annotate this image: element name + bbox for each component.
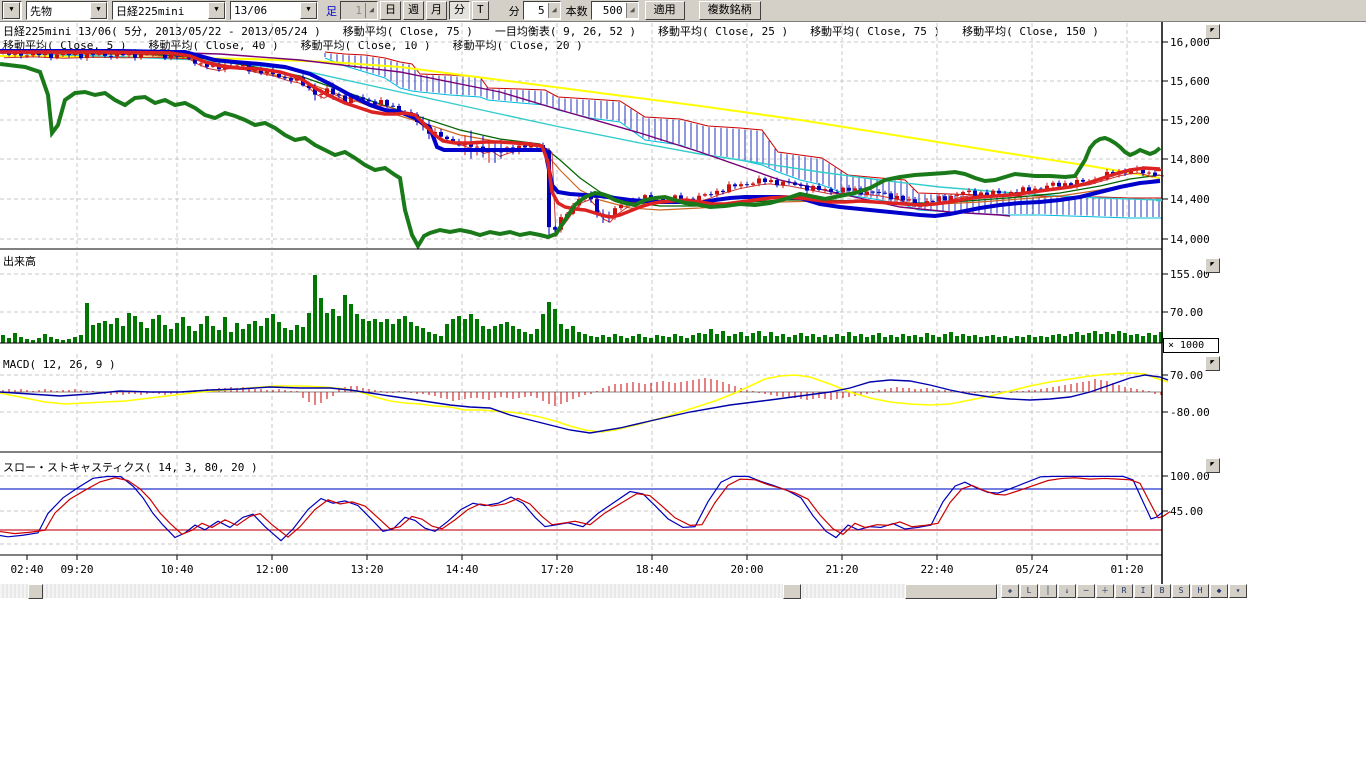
chart-tool-button[interactable]: │ [1039, 584, 1057, 598]
price-axis-tick: 15,600 [1170, 75, 1210, 88]
macd-axis-expand-button[interactable]: ◤ [1205, 356, 1220, 371]
period-day-button[interactable]: 日 [380, 1, 401, 20]
chevron-down-icon[interactable]: ▼ [208, 2, 225, 19]
minute-label: 分 [509, 3, 520, 19]
volume-axis-expand-button[interactable]: ◤ [1205, 258, 1220, 273]
chart-tool-button[interactable]: H [1191, 584, 1209, 598]
ashi-count-spinner: 1 ◢ [340, 1, 378, 20]
spinner-grip-icon[interactable]: ◢ [626, 3, 638, 18]
price-axis-tick: 16,000 [1170, 36, 1210, 49]
chart-tool-button[interactable]: ◆ [1210, 584, 1228, 598]
horizontal-scrollbar-track[interactable] [0, 584, 1000, 598]
chevron-down-icon[interactable]: ▼ [90, 2, 107, 19]
time-axis-tick: 20:00 [730, 563, 763, 576]
apply-button[interactable]: 適用 [645, 1, 685, 20]
ashi-count-value: 1 [341, 4, 365, 17]
chart-tool-button[interactable]: I [1134, 584, 1152, 598]
bottom-scrollbar-strip: ✚L│↓─＋RIBSH◆▾ [0, 584, 1226, 598]
chart-tool-button[interactable]: L [1020, 584, 1038, 598]
minute-value: 5 [524, 4, 548, 17]
instrument-type-combo[interactable]: 先物 ▼ [26, 1, 108, 20]
spinner-grip-icon[interactable]: ◢ [548, 3, 560, 18]
time-axis-tick: 09:20 [60, 563, 93, 576]
price-axis-tick: 15,200 [1170, 114, 1210, 127]
price-axis-tick: 14,800 [1170, 153, 1210, 166]
chart-tool-button[interactable]: B [1153, 584, 1171, 598]
bar-count-value: 500 [592, 4, 626, 17]
time-axis-tick: 13:20 [350, 563, 383, 576]
period-month-button[interactable]: 月 [426, 1, 447, 20]
macd-axis-tick: 70.00 [1170, 369, 1203, 382]
chart-tool-button[interactable]: ✚ [1001, 584, 1019, 598]
contract-month-value: 13/06 [231, 4, 300, 17]
time-axis-tick: 17:20 [540, 563, 573, 576]
instrument-value: 日経225mini [113, 3, 208, 19]
stoch-axis-tick: 100.00 [1170, 470, 1210, 483]
chart-canvas[interactable] [0, 0, 1366, 600]
stoch-axis-tick: 45.00 [1170, 505, 1203, 518]
volume-multiplier-badge: × 1000 [1163, 338, 1219, 353]
time-axis-tick: 21:20 [825, 563, 858, 576]
macd-panel-label: MACD( 12, 26, 9 ) [3, 358, 116, 371]
stoch-panel-label: スロー・ストキャスティクス( 14, 3, 80, 20 ) [3, 459, 258, 475]
chart-tool-button[interactable]: ─ [1077, 584, 1095, 598]
chart-tool-button[interactable]: S [1172, 584, 1190, 598]
stoch-axis-expand-button[interactable]: ◤ [1205, 458, 1220, 473]
volume-panel-label: 出来高 [3, 253, 36, 269]
time-axis-tick: 01:20 [1110, 563, 1143, 576]
mini-combo[interactable]: ▼ [2, 1, 22, 20]
chart-application-window: ▼ 先物 ▼ 日経225mini ▼ 13/06 ▼ 足 1 ◢ 日 週 月 分… [0, 0, 1366, 768]
price-axis-expand-button[interactable]: ◤ [1205, 24, 1220, 39]
volume-axis-tick: 155.00 [1170, 268, 1210, 281]
scrollbar-mid-handle[interactable] [783, 584, 801, 599]
price-axis-tick: 14,400 [1170, 193, 1210, 206]
time-axis-tick: 10:40 [160, 563, 193, 576]
ashi-label: 足 [326, 3, 337, 19]
chart-tool-mini-buttons: ✚L│↓─＋RIBSH◆▾ [1001, 584, 1248, 598]
volume-axis-tick: 70.00 [1170, 306, 1203, 319]
contract-month-combo[interactable]: 13/06 ▼ [230, 1, 318, 20]
horizontal-scrollbar-thumb[interactable] [905, 584, 997, 599]
chart-tool-button[interactable]: ↓ [1058, 584, 1076, 598]
multi-symbol-button[interactable]: 複数銘柄 [699, 1, 761, 20]
chart-tool-button[interactable]: ＋ [1096, 584, 1114, 598]
time-axis-tick: 22:40 [920, 563, 953, 576]
time-axis-tick: 18:40 [635, 563, 668, 576]
main-toolbar: ▼ 先物 ▼ 日経225mini ▼ 13/06 ▼ 足 1 ◢ 日 週 月 分… [0, 0, 1366, 22]
minute-spinner[interactable]: 5 ◢ [523, 1, 561, 20]
spinner-grip-icon: ◢ [365, 3, 377, 18]
scrollbar-left-handle[interactable] [28, 584, 43, 599]
time-axis-tick: 14:40 [445, 563, 478, 576]
time-axis-tick: 02:40 [10, 563, 43, 576]
chart-tool-button[interactable]: R [1115, 584, 1133, 598]
macd-axis-tick: -80.00 [1170, 406, 1210, 419]
instrument-combo[interactable]: 日経225mini ▼ [112, 1, 226, 20]
bar-count-label: 本数 [566, 3, 588, 19]
price-axis-tick: 14,000 [1170, 233, 1210, 246]
period-minute-button[interactable]: 分 [449, 1, 470, 20]
period-tick-button[interactable]: T [472, 1, 489, 20]
chevron-down-icon[interactable]: ▼ [300, 2, 317, 19]
chart-tool-button[interactable]: ▾ [1229, 584, 1247, 598]
period-week-button[interactable]: 週 [403, 1, 424, 20]
instrument-type-value: 先物 [27, 3, 90, 19]
bar-count-spinner[interactable]: 500 ◢ [591, 1, 639, 20]
time-axis-tick: 05/24 [1015, 563, 1048, 576]
chevron-down-icon[interactable]: ▼ [3, 2, 20, 19]
time-axis-tick: 12:00 [255, 563, 288, 576]
